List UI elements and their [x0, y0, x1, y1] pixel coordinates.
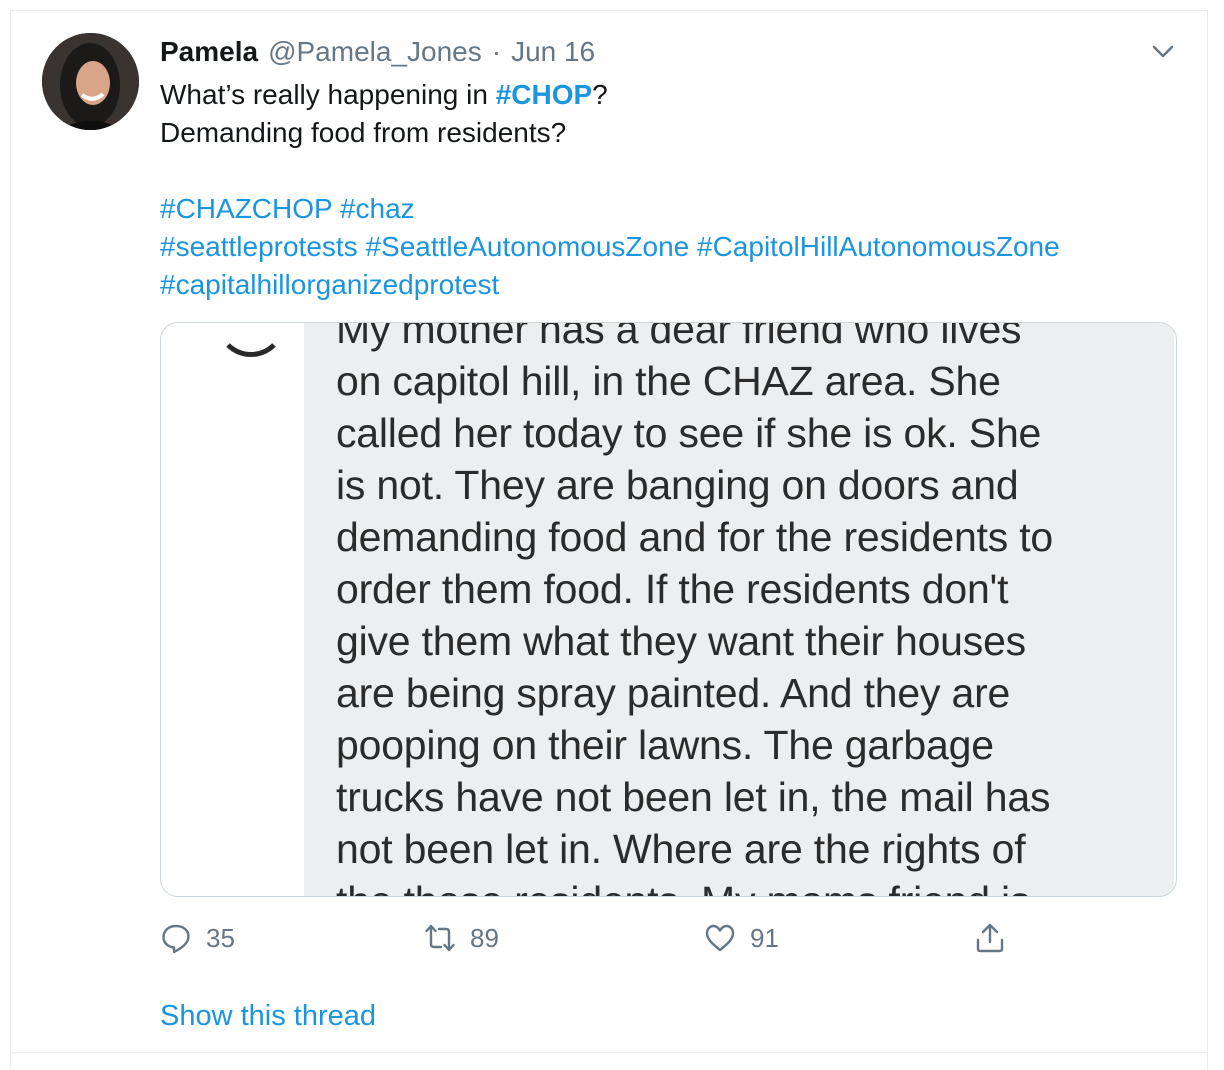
show-thread-link[interactable]: Show this thread	[160, 996, 376, 1036]
divider	[10, 1052, 1208, 1053]
screenshot-line: called her today to see if she is ok. Sh…	[336, 410, 1042, 456]
screenshot-line: the those residents. My moms friend is	[336, 875, 1166, 896]
screenshot-line: My mother has a dear friend who lives	[336, 322, 1022, 352]
retweet-icon	[425, 924, 455, 952]
like-count: 91	[750, 922, 779, 953]
like-icon	[705, 924, 735, 952]
tweet-line-1: What’s really happening in #CHOP?	[160, 76, 1170, 114]
retweet-button[interactable]: 89	[424, 918, 499, 958]
screenshot-line: demanding food and for the residents to	[336, 514, 1054, 560]
screenshot-text: My mother has a dear friend who lives on…	[336, 322, 1166, 896]
share-icon	[976, 923, 1004, 953]
author-handle[interactable]: @Pamela_Jones	[268, 36, 482, 68]
like-button[interactable]: 91	[704, 918, 779, 958]
screenshot-line: trucks have not been let in, the mail ha…	[336, 774, 1051, 820]
tweet-date[interactable]: Jun 16	[511, 36, 595, 68]
reply-button[interactable]: 35	[160, 918, 235, 958]
hashtag-chop[interactable]: #CHOP	[496, 79, 592, 110]
screenshot-line: give them what they want their houses	[336, 618, 1026, 664]
avatar[interactable]	[42, 33, 139, 130]
tweet-text: What’s really happening in #CHOP? Demand…	[160, 76, 1170, 304]
share-button[interactable]	[974, 918, 1006, 958]
screenshot-line: pooping on their lawns. The garbage	[336, 722, 994, 768]
hashtag-seattleautonomouszone[interactable]: #SeattleAutonomousZone	[365, 231, 689, 262]
retweet-count: 89	[470, 922, 499, 953]
tweet-media-image[interactable]: My mother has a dear friend who lives on…	[160, 322, 1177, 897]
tweet-header: Pamela @Pamela_Jones · Jun 16	[160, 36, 595, 68]
author-name[interactable]: Pamela	[160, 36, 258, 68]
screenshot-line: is not. They are banging on doors and	[336, 462, 1019, 508]
screenshot-line: are being spray painted. And they are	[336, 670, 1011, 716]
tweet-actions: 35 89 91	[160, 918, 1040, 958]
hashtag-seattleprotests[interactable]: #seattleprotests	[160, 231, 358, 262]
hashtag-capitalhillorganizedprotest[interactable]: #capitalhillorganizedprotest	[160, 269, 499, 300]
hashtag-chaz[interactable]: #chaz	[340, 193, 415, 224]
screenshot-line: on capitol hill, in the CHAZ area. She	[336, 358, 1001, 404]
text-prefix: What’s really happening in	[160, 79, 496, 110]
avatar-photo	[42, 33, 139, 130]
text-suffix: ?	[592, 79, 608, 110]
hashtag-capitolhillautonomouszone[interactable]: #CapitolHillAutonomousZone	[697, 231, 1060, 262]
hashtag-row-1: #CHAZCHOP #chaz	[160, 190, 1170, 228]
hashtag-row-2: #seattleprotests #SeattleAutonomousZone …	[160, 228, 1170, 266]
screenshot-margin	[161, 323, 304, 896]
screenshot-line: not been let in. Where are the rights of	[336, 826, 1026, 872]
tweet-line-2: Demanding food from residents?	[160, 117, 567, 148]
screenshot-line: order them food. If the residents don't	[336, 566, 1009, 612]
hashtag-row-3: #capitalhillorganizedprotest	[160, 266, 1170, 304]
reply-icon	[162, 924, 190, 954]
separator: ·	[491, 36, 502, 67]
reply-count: 35	[206, 922, 235, 953]
chevron-down-icon[interactable]	[1146, 36, 1180, 66]
screenshot-avatar-edge	[216, 323, 286, 357]
hashtag-chazchop[interactable]: #CHAZCHOP	[160, 193, 332, 224]
